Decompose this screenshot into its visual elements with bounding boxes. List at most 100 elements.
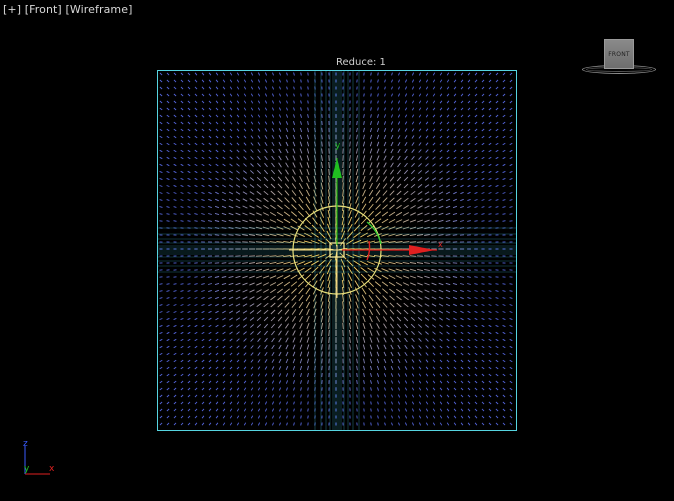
field-vector-1820	[410, 316, 416, 322]
field-vector-2237	[474, 373, 478, 377]
field-vector-842	[342, 182, 344, 190]
field-vector-619	[208, 156, 212, 160]
field-vector-1115	[467, 220, 471, 222]
field-vector-1975	[425, 338, 429, 342]
field-vector-1849	[256, 323, 262, 329]
field-vector-1682	[159, 304, 163, 306]
field-vector-2002	[257, 345, 261, 349]
field-vector-2037	[502, 345, 506, 349]
field-vector-40	[439, 72, 443, 76]
field-vector-1904	[285, 330, 289, 336]
field-vector-1082	[235, 219, 241, 223]
field-vector-1468	[445, 269, 451, 271]
field-vector-1395	[290, 261, 298, 265]
field-vector-1008	[431, 205, 437, 209]
viewport-front[interactable]: [+] [Front] [Wireframe] yx Reduce: 1 FRO…	[0, 0, 674, 501]
field-vector-1798	[256, 316, 262, 322]
field-vector-271	[271, 107, 275, 111]
field-vector-2151	[229, 366, 233, 370]
field-vector-104	[173, 86, 177, 90]
field-vector-582	[306, 148, 310, 154]
field-vector-1611	[375, 288, 381, 294]
viewcube-front-face[interactable]: FRONT	[604, 39, 634, 69]
field-vector-286	[377, 107, 379, 111]
field-vector-1467	[438, 269, 444, 271]
field-vector-1530	[166, 283, 170, 285]
field-vector-2381	[411, 394, 415, 398]
field-vector-1028	[214, 212, 220, 216]
field-vector-58	[208, 79, 212, 83]
field-vector-151	[502, 86, 506, 90]
field-vector-2004	[271, 344, 275, 350]
field-vector-1031	[235, 212, 241, 216]
field-vector-999	[368, 203, 374, 211]
field-vector-1342	[276, 255, 284, 257]
field-vector-901	[396, 190, 402, 196]
field-vector-2304	[229, 387, 233, 391]
field-vector-617	[194, 156, 198, 160]
field-vector-949	[375, 197, 381, 203]
field-vector-2209	[278, 373, 282, 377]
field-vector-2468	[307, 408, 309, 412]
viewcube-icon[interactable]: FRONT	[580, 36, 660, 78]
field-vector-1012	[460, 205, 464, 209]
field-vector-2288	[474, 380, 478, 384]
field-vector-1954	[278, 337, 282, 343]
field-vector-2597	[495, 422, 499, 426]
field-vector-2058	[292, 351, 296, 357]
field-vector-2461	[257, 408, 261, 412]
field-vector-2169	[356, 365, 358, 371]
field-vector-1620	[438, 289, 444, 293]
field-vector-1938	[166, 338, 170, 342]
field-vector-1676	[474, 297, 478, 299]
field-vector-160	[208, 93, 212, 97]
field-vector-2440	[467, 401, 471, 405]
field-vector-65	[257, 79, 261, 83]
field-vector-569	[215, 149, 219, 153]
field-vector-2258	[264, 380, 268, 384]
field-vector-34	[398, 72, 400, 76]
field-vector-658	[481, 156, 485, 160]
field-vector-496	[418, 135, 422, 139]
field-vector-590	[362, 148, 366, 154]
field-vector-651	[432, 156, 436, 160]
field-vector-2294	[159, 387, 163, 391]
field-vector-2027	[432, 345, 436, 349]
field-vector-1671	[438, 296, 444, 300]
field-vector-2386	[446, 394, 450, 398]
vector-field-scene[interactable]: yx	[0, 0, 674, 501]
field-vector-2285	[453, 380, 457, 384]
field-vector-311	[194, 114, 198, 118]
field-vector-1194	[304, 232, 312, 238]
field-vector-1862	[349, 322, 351, 330]
field-vector-84	[391, 79, 393, 83]
field-vector-1957	[299, 337, 303, 343]
field-vector-730	[270, 169, 276, 175]
field-vector-884	[277, 190, 283, 196]
field-vector-942	[327, 196, 331, 204]
field-vector-826	[228, 184, 234, 188]
field-vector-845	[362, 182, 366, 190]
field-vector-346	[439, 114, 443, 118]
field-vector-2313	[293, 387, 295, 391]
field-vector-2542	[467, 415, 471, 419]
field-vector-2493	[481, 408, 485, 412]
field-vector-1600	[298, 287, 304, 295]
field-vector-494	[404, 135, 408, 139]
field-vector-1463	[409, 268, 417, 272]
field-vector-218	[257, 100, 261, 104]
field-vector-2005	[278, 344, 282, 350]
field-vector-2023	[404, 344, 408, 350]
field-vector-873	[201, 191, 205, 195]
field-vector-2466	[293, 408, 295, 412]
field-vector-1613	[389, 288, 395, 294]
field-vector-2333	[432, 387, 436, 391]
field-vector-528	[285, 141, 289, 147]
field-vector-1901	[264, 330, 268, 336]
field-vector-795	[369, 175, 373, 183]
field-vector-2	[173, 72, 177, 76]
field-vector-335	[363, 114, 365, 118]
field-vector-1915	[362, 330, 366, 336]
field-vector-572	[236, 149, 240, 153]
field-vector-466	[208, 135, 212, 139]
